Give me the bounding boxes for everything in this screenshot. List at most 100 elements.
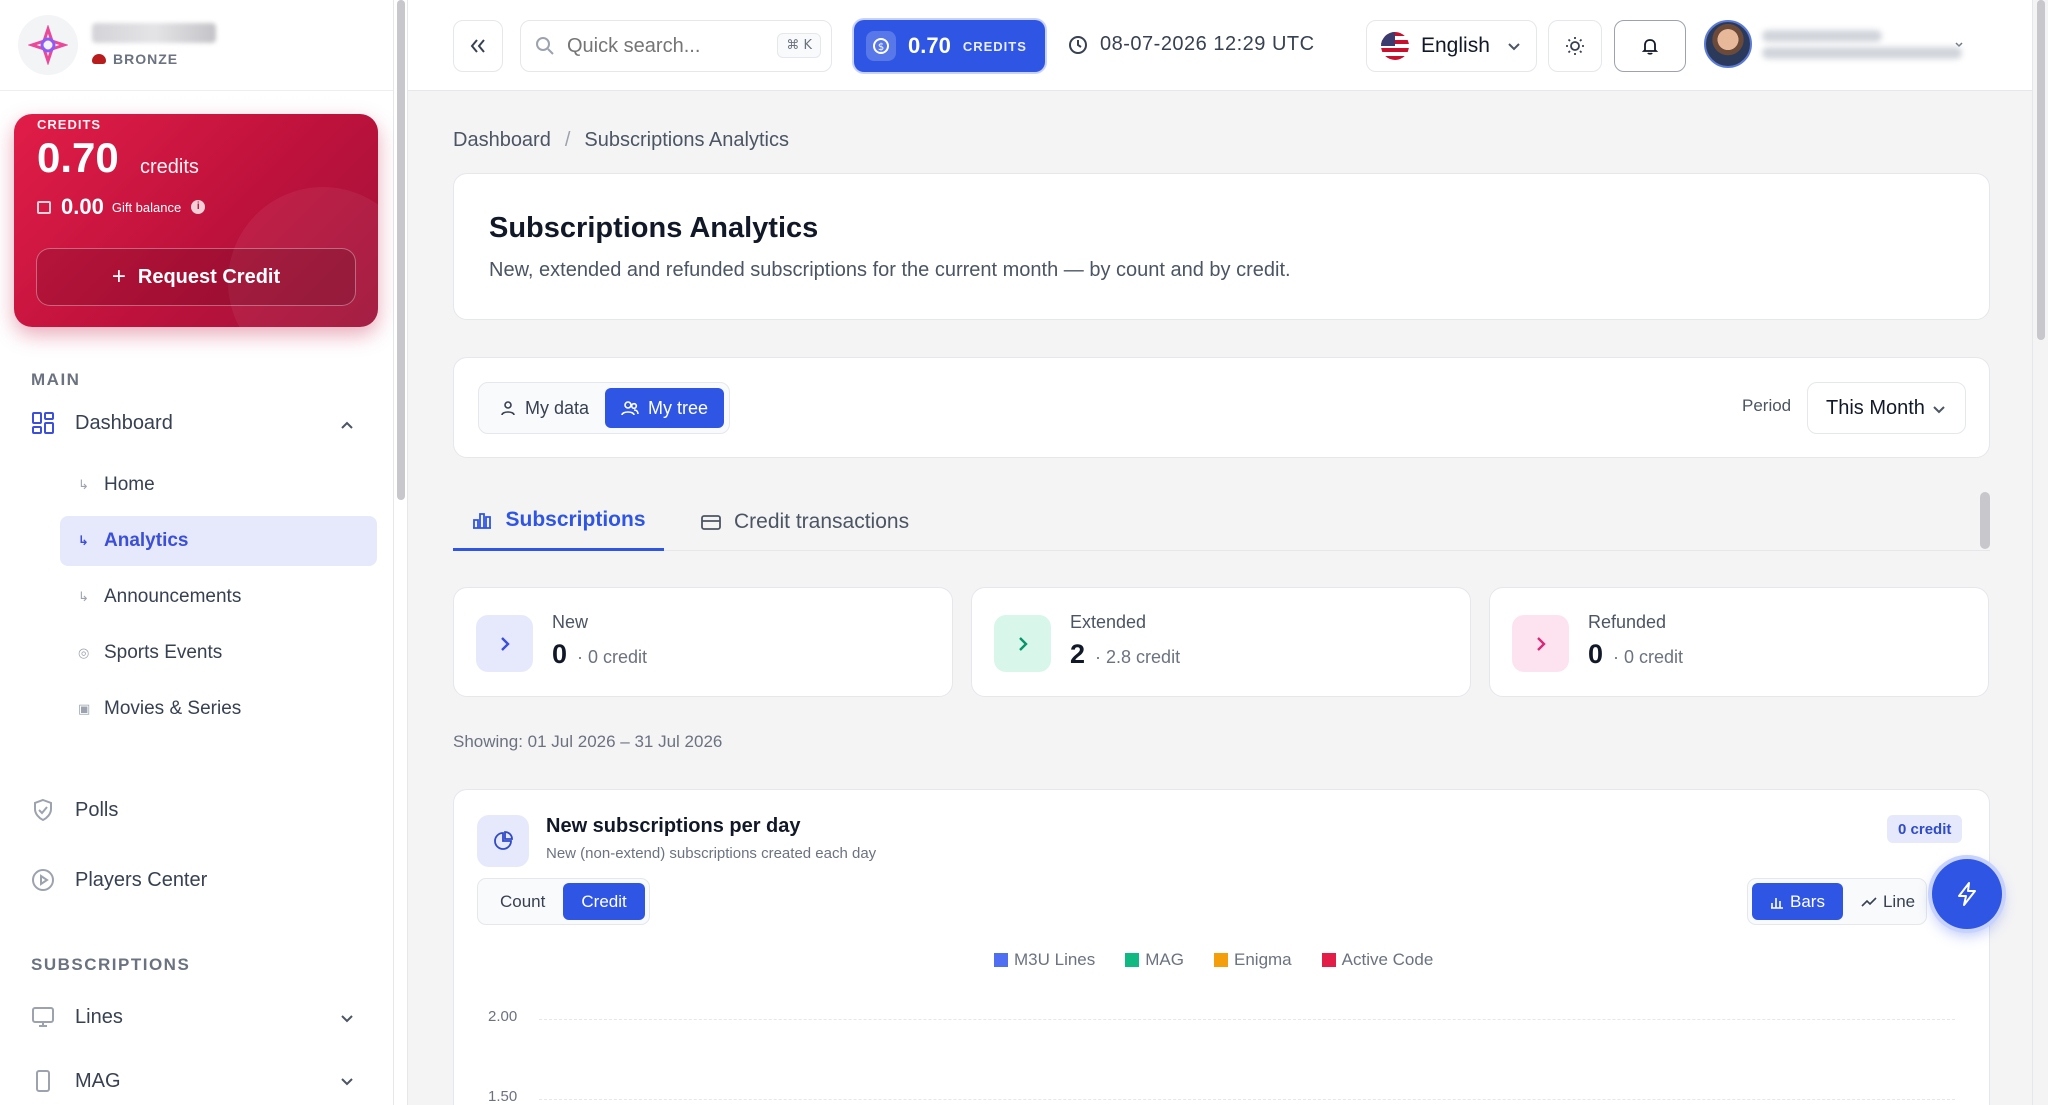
stat-value: 0 · 0 credit (1588, 639, 1683, 670)
tier-badge: BRONZE (92, 51, 216, 67)
avatar[interactable] (1704, 20, 1752, 68)
legend-swatch (994, 953, 1008, 967)
bars-button[interactable]: Bars (1752, 883, 1843, 920)
chevron-right-icon (1512, 615, 1569, 672)
bars-label: Bars (1790, 891, 1825, 911)
bell-icon (1641, 39, 1659, 55)
chart-credit-badge: 0 credit (1887, 815, 1963, 843)
stat-card-extended: Extended 2 · 2.8 credit (971, 587, 1471, 697)
sidebar-item-movies-series[interactable]: ▣ Movies & Series (60, 684, 377, 734)
legend-label: M3U Lines (1014, 950, 1096, 969)
svg-text:$: $ (878, 42, 884, 53)
line-label: Line (1882, 891, 1916, 911)
collapse-sidebar-button[interactable] (453, 20, 503, 72)
chevron-up-icon[interactable] (340, 418, 354, 432)
page-subtitle: New, extended and refunded subscriptions… (489, 259, 1291, 281)
clock-icon (1069, 35, 1087, 54)
tab-subscriptions[interactable]: Subscriptions (453, 492, 664, 551)
bar-chart-icon (473, 513, 492, 529)
user-icon (501, 401, 515, 416)
grid-line (539, 1099, 1955, 1100)
theme-toggle-button[interactable] (1548, 20, 1602, 72)
credit-button[interactable]: Credit (563, 883, 645, 920)
language-select[interactable]: English (1366, 20, 1537, 72)
sidebar-item-label: Polls (75, 798, 119, 821)
sidebar-item-mag[interactable]: MAG (31, 1069, 121, 1093)
sidebar-item-label: MAG (75, 1069, 121, 1092)
my-tree-button[interactable]: My tree (605, 388, 725, 428)
search-shortcut: ⌘ K (777, 33, 821, 58)
legend-item[interactable]: MAG (1125, 950, 1184, 970)
page-scroll-thumb[interactable] (2037, 0, 2045, 340)
section-title-main: MAIN (31, 370, 81, 389)
request-credit-button[interactable]: + Request Credit (36, 248, 356, 306)
page-title: Subscriptions Analytics (489, 212, 819, 244)
blurred-username (92, 23, 216, 43)
gift-icon (37, 200, 51, 214)
sidebar-item-analytics[interactable]: ↳ Analytics (60, 516, 377, 566)
scope-toggle: My data My tree (478, 382, 731, 434)
sub-arrow-icon: ↳ (78, 533, 89, 548)
stat-count: 2 (1070, 639, 1086, 669)
my-data-button[interactable]: My data (484, 388, 605, 428)
info-icon[interactable]: i (191, 200, 206, 214)
credits-pill[interactable]: $ 0.70 CREDITS (854, 20, 1045, 72)
brand-logo[interactable] (18, 15, 78, 75)
credit-card-icon (701, 514, 721, 530)
sidebar-item-dashboard[interactable]: Dashboard (31, 411, 173, 435)
user-summary: BRONZE (92, 23, 216, 67)
section-title-subscriptions: SUBSCRIPTIONS (31, 955, 191, 974)
credits-amount: 0.70 (37, 134, 119, 181)
page-scrollbar[interactable] (2032, 0, 2048, 1105)
legend-item[interactable]: M3U Lines (994, 950, 1095, 970)
chart-subtitle: New (non-extend) subscriptions created e… (546, 845, 877, 862)
stat-value: 2 · 2.8 credit (1070, 639, 1180, 670)
stat-value: 0 · 0 credit (552, 639, 647, 670)
credits-pill-label: CREDITS (962, 38, 1027, 54)
sidebar-header: BRONZE (0, 0, 393, 91)
sidebar-scrollbar[interactable] (394, 0, 408, 1105)
user-menu[interactable] (1704, 20, 1964, 68)
breadcrumb-separator: / (564, 129, 571, 151)
legend-swatch (1125, 953, 1140, 967)
sidebar-item-sports-events[interactable]: ◎ Sports Events (60, 628, 377, 678)
sidebar-item-label: Lines (75, 1005, 123, 1028)
quick-action-button[interactable] (1932, 859, 2002, 929)
blurred-user-info (1762, 25, 1962, 64)
breadcrumb-dashboard[interactable]: Dashboard (453, 129, 551, 151)
period-value: This Month (1826, 396, 1925, 419)
stat-card-refunded: Refunded 0 · 0 credit (1489, 587, 1989, 697)
sidebar-item-lines[interactable]: Lines (31, 1005, 123, 1029)
sun-icon (1566, 37, 1584, 55)
tier-icon (92, 54, 106, 64)
legend-label: Enigma (1234, 950, 1292, 969)
notifications-button[interactable] (1614, 20, 1686, 72)
legend-item[interactable]: Enigma (1214, 950, 1292, 970)
chevron-down-icon[interactable] (340, 1075, 354, 1089)
legend-label: Active Code (1341, 950, 1434, 969)
legend-item[interactable]: Active Code (1321, 950, 1434, 970)
tabs-scroll-indicator[interactable] (1980, 492, 1990, 549)
play-circle-icon (31, 868, 55, 892)
sidebar: BRONZE CREDITS 0.70 credits 0.00 Gift ba… (0, 0, 394, 1105)
period-select[interactable]: This Month (1807, 382, 1966, 434)
metric-toggle: Count Credit (477, 878, 650, 925)
sidebar-item-players-center[interactable]: Players Center (31, 868, 207, 892)
tab-credit-transactions[interactable]: Credit transactions (700, 492, 909, 551)
chevron-right-icon (476, 615, 533, 672)
sidebar-item-announcements[interactable]: ↳ Announcements (60, 572, 377, 622)
sidebar-item-home[interactable]: ↳ Home (60, 460, 377, 510)
quick-search[interactable]: ⌘ K (520, 20, 832, 72)
sidebar-item-polls[interactable]: Polls (31, 798, 118, 822)
tab-label: Subscriptions (505, 508, 646, 531)
y-tick-label: 1.50 (488, 1088, 518, 1105)
gift-balance: 0.00 Gift balance i (37, 194, 206, 220)
search-input[interactable] (567, 34, 757, 58)
sidebar-scroll-thumb[interactable] (397, 0, 405, 500)
my-tree-label: My tree (648, 397, 709, 418)
chevron-down-icon[interactable] (340, 1012, 354, 1026)
gift-amount: 0.00 (61, 194, 104, 219)
legend-label: MAG (1145, 950, 1184, 969)
line-button[interactable]: Line (1843, 883, 1926, 920)
count-button[interactable]: Count (482, 883, 563, 920)
